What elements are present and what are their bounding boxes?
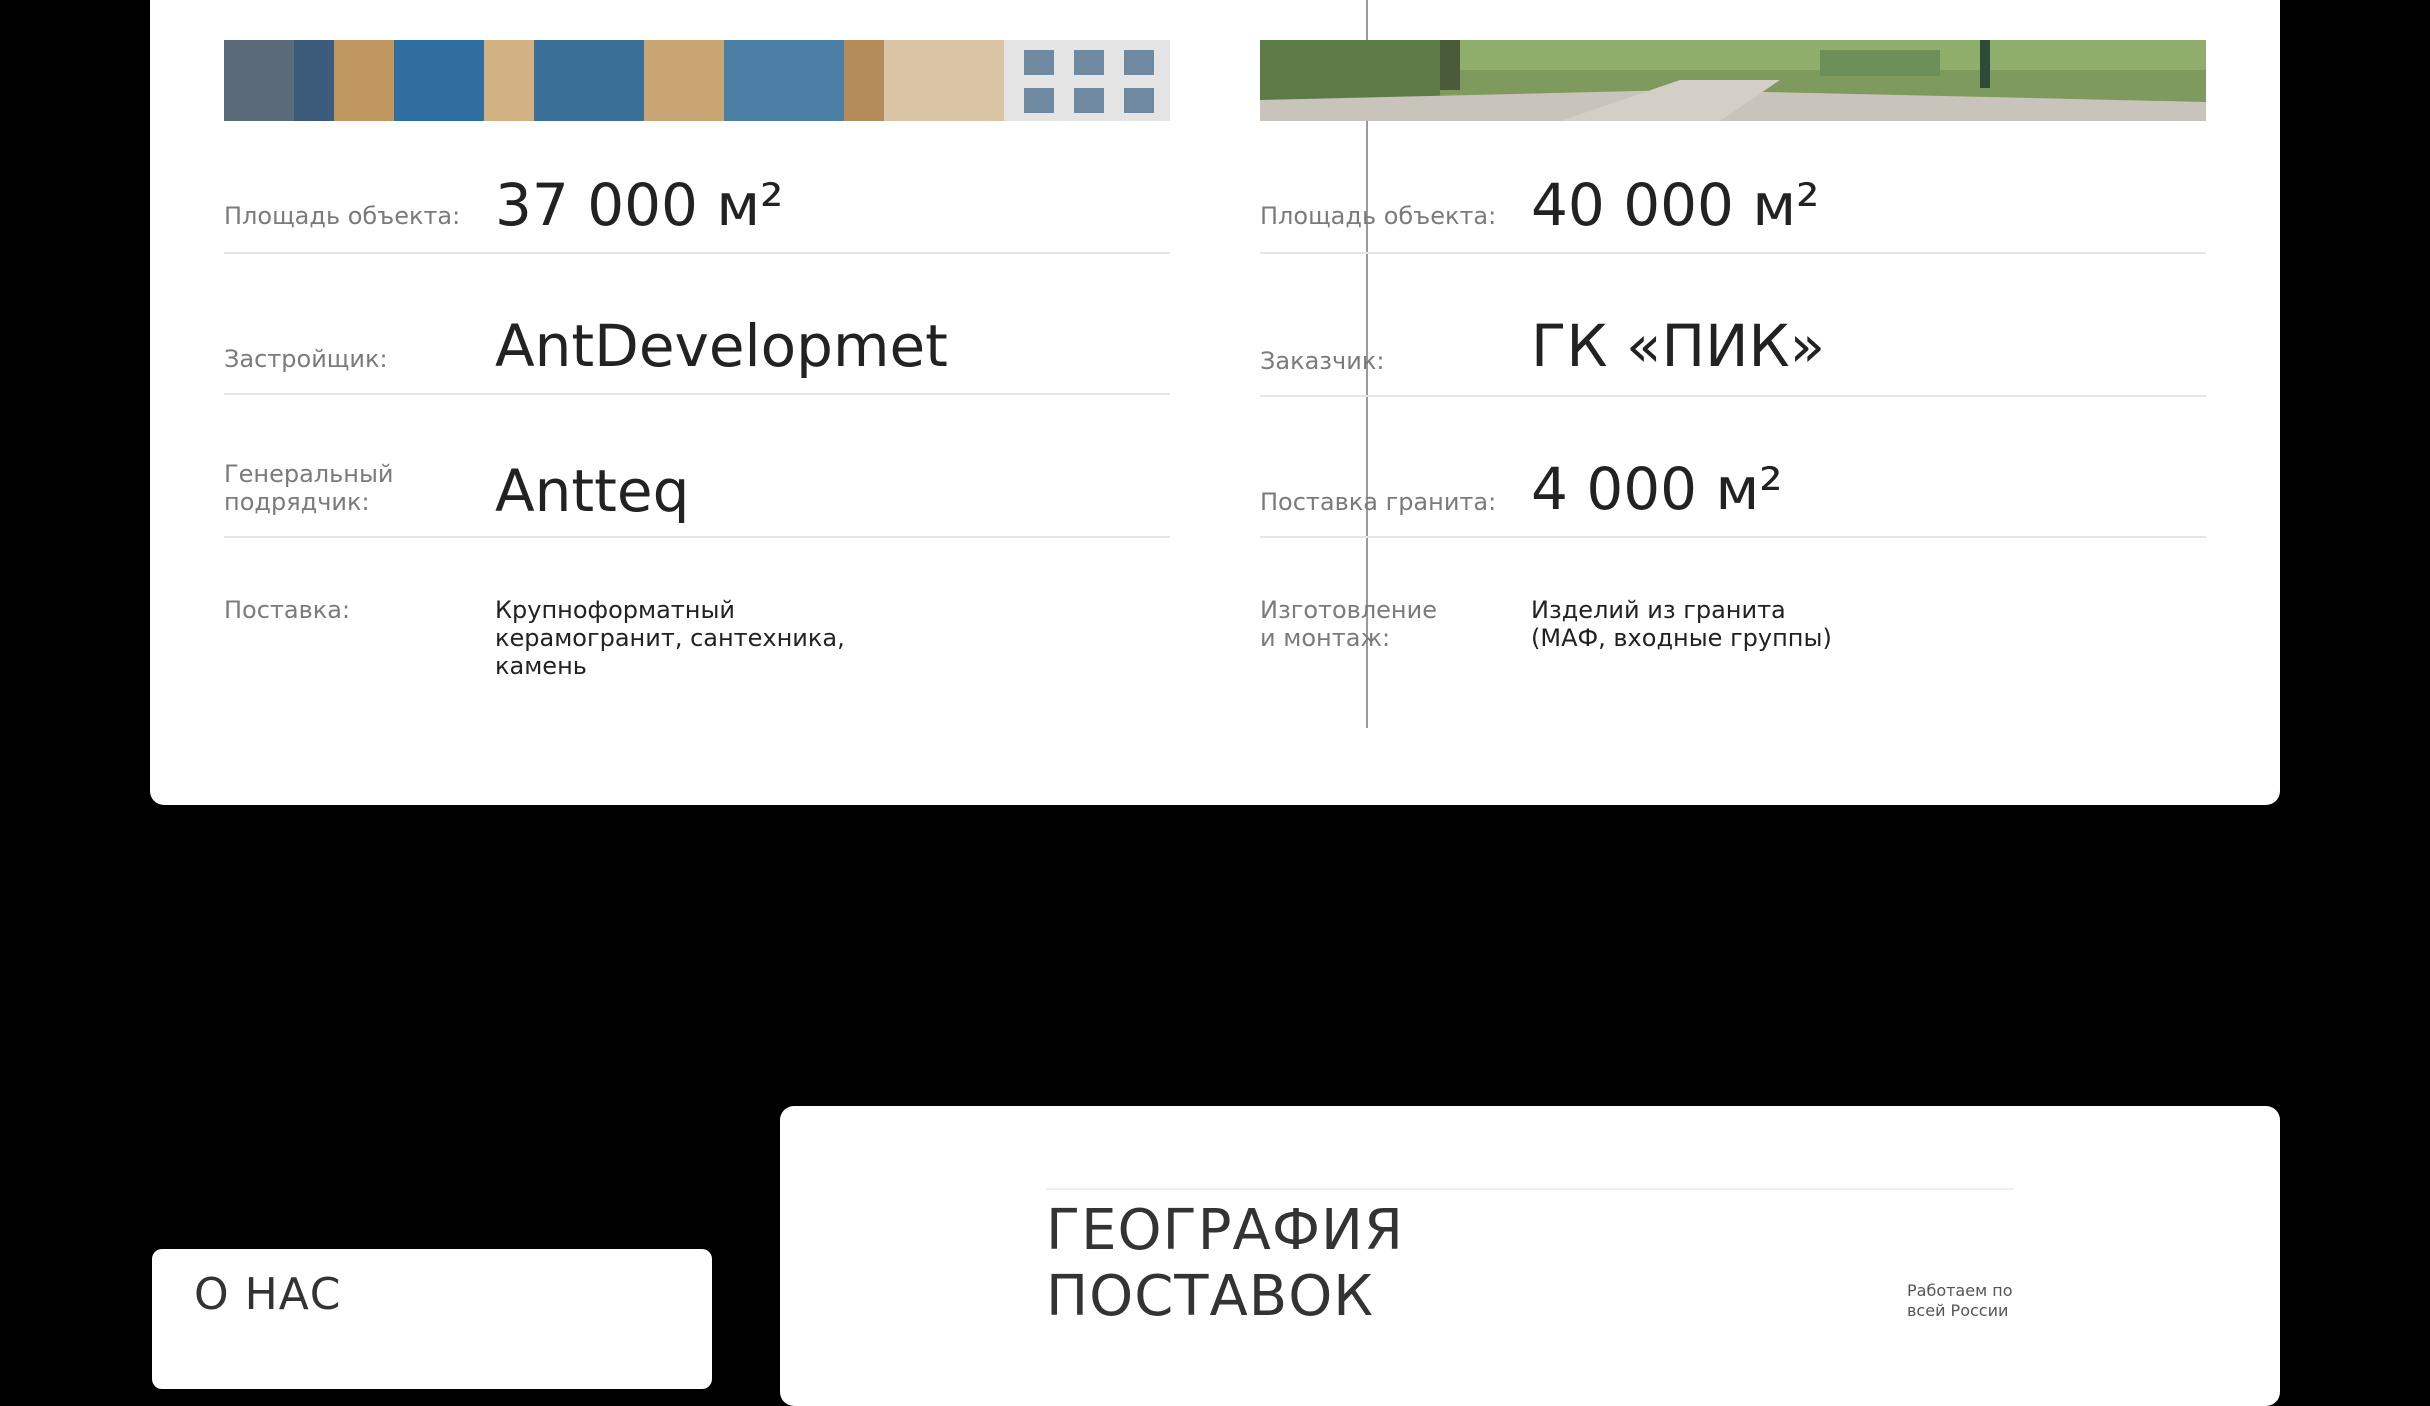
detail-label: Поставка: <box>224 596 351 624</box>
geography-title-line2: ПОСТАВОК <box>1046 1264 1375 1329</box>
detail-value: AntDevelopmet <box>495 312 948 380</box>
detail-label: Площадь объекта: <box>224 202 461 230</box>
detail-row: Поставка: Крупноформатный керамогранит, … <box>224 596 1170 680</box>
detail-value: Изделий из гранита (МАФ, входные группы) <box>1531 596 1832 652</box>
detail-row: Изготовление и монтаж: Изделий из гранит… <box>1260 596 2206 666</box>
detail-label: Заказчик: <box>1260 347 1385 375</box>
detail-row: Площадь объекта: 40 000 м² <box>1260 162 2206 254</box>
geography-note-line2: всей России <box>1907 1301 2009 1320</box>
detail-value: 4 000 м² <box>1531 455 1783 523</box>
detail-label: Изготовление и монтаж: <box>1260 596 1437 652</box>
detail-row: Площадь объекта: 37 000 м² <box>224 162 1170 254</box>
geography-card: ГЕОГРАФИЯ ПОСТАВОК Работаем по всей Росс… <box>780 1106 2280 1406</box>
geography-title-line1: ГЕОГРАФИЯ <box>1046 1198 1404 1263</box>
detail-value: Antteq <box>495 457 690 525</box>
detail-value: ГК «ПИК» <box>1531 312 1826 380</box>
geography-note: Работаем по всей России <box>1907 1281 2012 1321</box>
project-photo-building <box>224 40 1170 121</box>
detail-value: 40 000 м² <box>1531 171 1820 239</box>
geography-title: ГЕОГРАФИЯ ПОСТАВОК <box>1046 1198 1404 1330</box>
detail-label: Поставка гранита: <box>1260 488 1497 516</box>
detail-label: Генеральный подрядчик: <box>224 460 394 516</box>
detail-row: Застройщик: AntDevelopmet <box>224 305 1170 395</box>
detail-row: Заказчик: ГК «ПИК» <box>1260 305 2206 397</box>
geo-divider <box>1046 1188 2014 1190</box>
about-title: О НАС <box>194 1269 342 1320</box>
detail-value: Крупноформатный керамогранит, сантехника… <box>495 596 845 680</box>
geography-note-line1: Работаем по <box>1907 1281 2013 1300</box>
project-photo-park <box>1260 40 2206 121</box>
detail-row: Генеральный подрядчик: Antteq <box>224 446 1170 538</box>
detail-label: Застройщик: <box>224 345 388 373</box>
detail-row: Поставка гранита: 4 000 м² <box>1260 446 2206 538</box>
detail-label: Площадь объекта: <box>1260 202 1497 230</box>
about-card[interactable]: О НАС <box>152 1249 712 1389</box>
detail-value: 37 000 м² <box>495 171 784 239</box>
